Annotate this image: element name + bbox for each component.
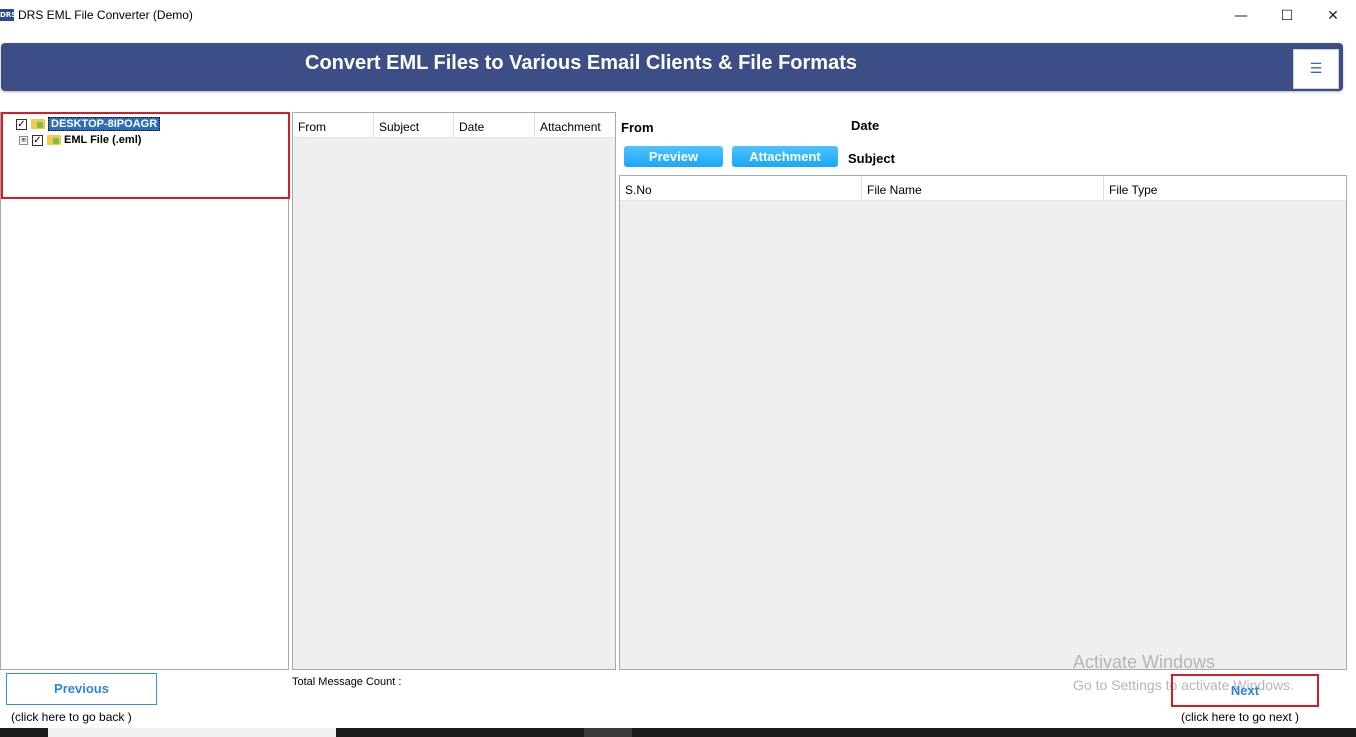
preview-button[interactable]: Preview — [624, 146, 723, 167]
taskbar-search[interactable] — [48, 728, 336, 737]
next-hint: (click here to go next ) — [1181, 710, 1300, 724]
banner-title: Convert EML Files to Various Email Clien… — [305, 52, 857, 74]
close-button[interactable]: ✕ — [1310, 0, 1356, 32]
column-header-file-name[interactable]: File Name — [862, 176, 1104, 200]
column-header-file-type[interactable]: File Type — [1104, 176, 1346, 200]
subject-label: Subject — [848, 151, 895, 166]
activation-watermark-title: Activate Windows — [1073, 652, 1216, 672]
column-header-from[interactable]: From — [293, 113, 374, 137]
header-banner: Convert EML Files to Various Email Clien… — [1, 43, 1343, 91]
tree-highlight-box — [1, 112, 290, 199]
next-button[interactable]: Next — [1171, 674, 1319, 707]
column-header-date[interactable]: Date — [454, 113, 535, 137]
column-header-subject[interactable]: Subject — [374, 113, 454, 137]
app-icon: DRS — [0, 9, 17, 21]
menu-button[interactable]: ☰ — [1293, 49, 1339, 89]
from-label: From — [621, 120, 654, 135]
maximize-button[interactable]: ☐ — [1264, 0, 1310, 32]
minimize-button[interactable]: — — [1218, 0, 1264, 32]
hamburger-icon: ☰ — [1309, 61, 1323, 77]
column-header-sno[interactable]: S.No — [620, 176, 862, 200]
previous-button[interactable]: Previous — [6, 673, 157, 705]
column-header-attachment[interactable]: Attachment — [535, 113, 615, 137]
taskbar-active-app[interactable] — [584, 728, 632, 737]
attachment-grid[interactable]: S.No File Name File Type — [619, 175, 1347, 670]
attachment-grid-header: S.No File Name File Type — [620, 176, 1346, 201]
window-title: DRS EML File Converter (Demo) — [18, 8, 193, 22]
message-list-header: From Subject Date Attachment — [293, 113, 615, 138]
date-label: Date — [851, 118, 880, 133]
previous-hint: (click here to go back ) — [11, 710, 132, 724]
message-list-panel[interactable]: From Subject Date Attachment — [292, 112, 616, 670]
title-bar — [0, 0, 1356, 32]
total-message-count: Total Message Count : — [292, 676, 402, 688]
attachment-button[interactable]: Attachment — [732, 146, 838, 167]
